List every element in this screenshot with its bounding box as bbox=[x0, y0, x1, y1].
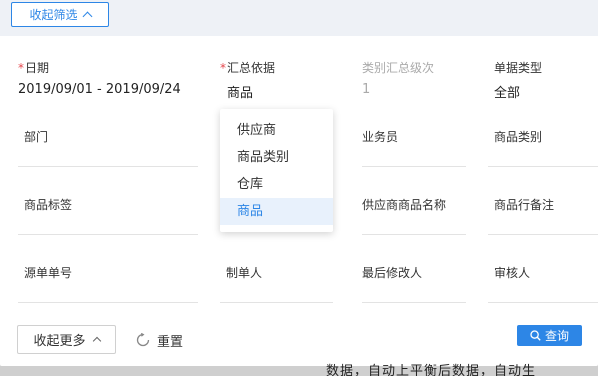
date-label: 日期 bbox=[25, 61, 50, 75]
product-tag-label: 商品标签 bbox=[24, 198, 73, 212]
required-mark: * bbox=[18, 61, 24, 75]
reviewer-field[interactable]: 审核人 bbox=[488, 264, 598, 304]
summary-basis-value[interactable]: 商品 bbox=[220, 82, 332, 101]
category-level-label: 类别汇总级次 bbox=[362, 61, 435, 75]
doc-type-field[interactable]: 单据类型 全部 bbox=[494, 59, 598, 101]
field-underline bbox=[488, 234, 598, 235]
dropdown-option-warehouse[interactable]: 仓库 bbox=[220, 171, 333, 198]
source-doc-no-field[interactable]: 源单单号 bbox=[18, 264, 198, 304]
dropdown-option-product-category[interactable]: 商品类别 bbox=[220, 144, 333, 171]
chevron-up-icon bbox=[82, 11, 92, 22]
doc-type-value[interactable]: 全部 bbox=[494, 82, 598, 101]
collapse-filter-button[interactable]: 收起筛选 bbox=[11, 2, 109, 27]
field-underline bbox=[18, 302, 198, 303]
field-underline bbox=[362, 234, 466, 235]
summary-basis-dropdown: 供应商 商品类别 仓库 商品 bbox=[220, 109, 333, 232]
product-tag-field[interactable]: 商品标签 bbox=[18, 196, 198, 236]
date-range-value[interactable]: 2019/09/01 - 2019/09/24 bbox=[18, 82, 198, 97]
field-underline bbox=[488, 166, 598, 167]
reviewer-label: 审核人 bbox=[494, 266, 531, 280]
search-icon bbox=[530, 330, 541, 341]
source-doc-no-label: 源单单号 bbox=[24, 266, 73, 280]
product-category-field[interactable]: 商品类别 bbox=[488, 128, 598, 168]
category-level-field: 类别汇总级次 1 bbox=[362, 59, 474, 97]
field-underline bbox=[488, 302, 598, 303]
category-level-value: 1 bbox=[362, 82, 371, 97]
field-underline bbox=[362, 302, 466, 303]
reset-icon bbox=[136, 333, 150, 347]
field-underline bbox=[18, 234, 198, 235]
dropdown-option-product[interactable]: 商品 bbox=[220, 198, 333, 225]
field-underline bbox=[362, 166, 466, 167]
collapse-more-button[interactable]: 收起更多 bbox=[17, 325, 116, 354]
salesperson-label: 业务员 bbox=[362, 130, 399, 144]
summary-basis-field[interactable]: *汇总依据 商品 bbox=[220, 59, 332, 101]
reset-label: 重置 bbox=[157, 334, 184, 350]
field-underline bbox=[220, 302, 333, 303]
last-modifier-field[interactable]: 最后修改人 bbox=[362, 264, 466, 304]
chevron-up-icon bbox=[92, 336, 101, 346]
query-button[interactable]: 查询 bbox=[517, 325, 582, 346]
background-text: 数据，自动上平衡后数据，自动生 bbox=[326, 364, 537, 376]
creator-label: 制单人 bbox=[226, 266, 263, 280]
department-label: 部门 bbox=[24, 130, 49, 144]
field-underline bbox=[18, 166, 198, 167]
collapse-filter-label: 收起筛选 bbox=[29, 8, 78, 22]
collapse-more-label: 收起更多 bbox=[33, 334, 86, 349]
query-label: 查询 bbox=[544, 329, 569, 343]
product-line-remark-field[interactable]: 商品行备注 bbox=[488, 196, 598, 236]
date-field[interactable]: *日期 2019/09/01 - 2019/09/24 bbox=[18, 59, 198, 97]
summary-basis-label: 汇总依据 bbox=[227, 61, 276, 75]
product-category-label: 商品类别 bbox=[494, 130, 543, 144]
dropdown-option-supplier[interactable]: 供应商 bbox=[220, 117, 333, 144]
supplier-product-name-label: 供应商商品名称 bbox=[362, 198, 447, 212]
last-modifier-label: 最后修改人 bbox=[362, 266, 423, 280]
required-mark: * bbox=[220, 61, 226, 75]
reset-button[interactable]: 重置 bbox=[136, 330, 183, 350]
salesperson-field[interactable]: 业务员 bbox=[362, 128, 466, 168]
product-line-remark-label: 商品行备注 bbox=[494, 198, 555, 212]
doc-type-label: 单据类型 bbox=[494, 61, 543, 75]
filter-topbar: 收起筛选 bbox=[0, 0, 598, 36]
department-field[interactable]: 部门 bbox=[18, 128, 198, 168]
supplier-product-name-field[interactable]: 供应商商品名称 bbox=[362, 196, 466, 236]
creator-field[interactable]: 制单人 bbox=[220, 264, 333, 304]
